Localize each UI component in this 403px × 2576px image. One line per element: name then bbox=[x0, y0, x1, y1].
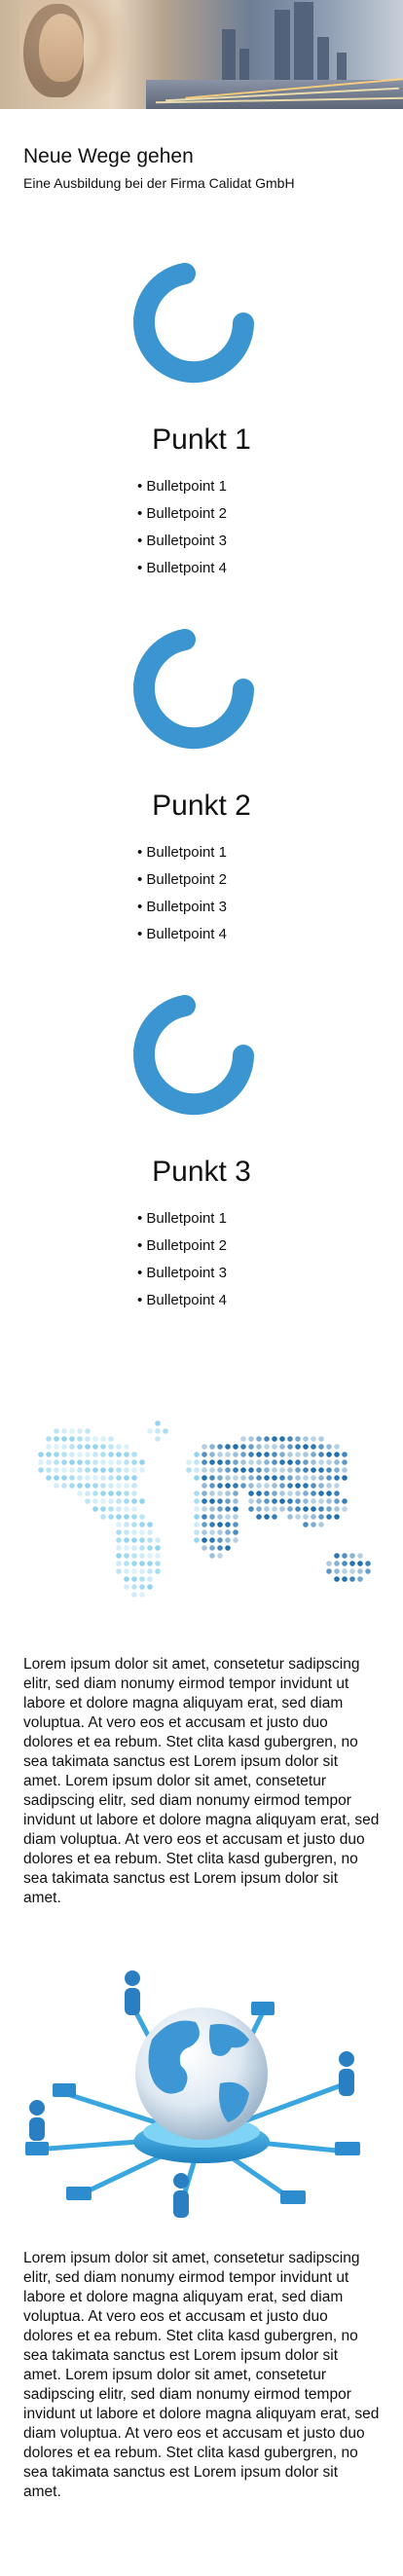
list-item: Bulletpoint 2 bbox=[137, 1233, 227, 1260]
network-section bbox=[0, 1957, 403, 2249]
list-item: Bulletpoint 1 bbox=[137, 473, 227, 500]
list-item: Bulletpoint 3 bbox=[137, 894, 227, 921]
bullet-list: Bulletpoint 1 Bulletpoint 2 Bulletpoint … bbox=[137, 473, 227, 582]
point-section-2: Punkt 2 Bulletpoint 1 Bulletpoint 2 Bull… bbox=[0, 625, 403, 991]
list-item: Bulletpoint 4 bbox=[137, 1287, 227, 1314]
progress-ring-icon bbox=[133, 995, 254, 1116]
list-item: Bulletpoint 2 bbox=[137, 866, 227, 894]
bullet-list: Bulletpoint 1 Bulletpoint 2 Bulletpoint … bbox=[137, 839, 227, 948]
paragraph: Lorem ipsum dolor sit amet, consetetur s… bbox=[23, 1656, 380, 1906]
hero-image bbox=[0, 0, 403, 109]
world-map-section bbox=[0, 1412, 403, 1655]
point-title: Punkt 2 bbox=[152, 790, 251, 822]
list-item: Bulletpoint 4 bbox=[137, 921, 227, 948]
list-item: Bulletpoint 2 bbox=[137, 500, 227, 528]
list-item: Bulletpoint 1 bbox=[137, 1205, 227, 1233]
progress-ring-icon bbox=[133, 629, 254, 750]
point-title: Punkt 1 bbox=[152, 423, 251, 456]
point-section-3: Punkt 3 Bulletpoint 1 Bulletpoint 2 Bull… bbox=[0, 991, 403, 1357]
text-block-1: Lorem ipsum dolor sit amet, consetetur s… bbox=[0, 1655, 403, 1908]
intro-section: Neue Wege gehen Eine Ausbildung bei der … bbox=[0, 109, 403, 193]
page-subtitle: Eine Ausbildung bei der Firma Calidat Gm… bbox=[23, 175, 295, 191]
list-item: Bulletpoint 3 bbox=[137, 1260, 227, 1287]
paragraph: Lorem ipsum dolor sit amet, consetetur s… bbox=[23, 2250, 380, 2500]
point-section-1: Punkt 1 Bulletpoint 1 Bulletpoint 2 Bull… bbox=[0, 259, 403, 625]
globe-network-image bbox=[25, 1970, 360, 2218]
page-title: Neue Wege gehen bbox=[23, 145, 194, 167]
progress-ring-icon bbox=[133, 263, 254, 384]
list-item: Bulletpoint 1 bbox=[137, 839, 227, 866]
point-title: Punkt 3 bbox=[152, 1156, 251, 1188]
list-item: Bulletpoint 3 bbox=[137, 528, 227, 555]
text-block-2: Lorem ipsum dolor sit amet, consetetur s… bbox=[0, 2249, 403, 2502]
bullet-list: Bulletpoint 1 Bulletpoint 2 Bulletpoint … bbox=[137, 1205, 227, 1314]
list-item: Bulletpoint 4 bbox=[137, 555, 227, 582]
world-map-image bbox=[38, 1420, 371, 1598]
